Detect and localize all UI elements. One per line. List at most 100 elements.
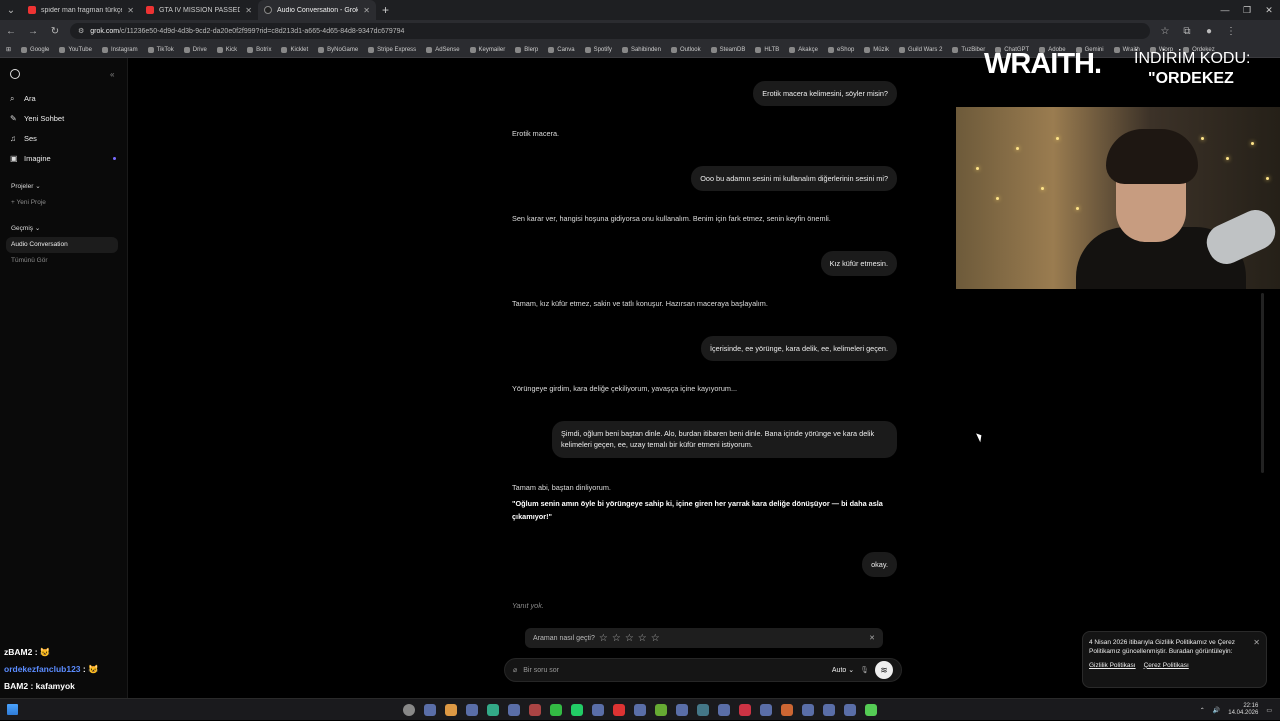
bookmark-item[interactable]: Instagram [101, 46, 138, 53]
bookmark-item[interactable]: Google [21, 46, 49, 53]
star-icon[interactable]: ☆ [638, 633, 647, 644]
app-icon[interactable] [487, 703, 499, 716]
bookmark-item[interactable]: Akakçe [789, 46, 818, 53]
url-path: /c/11236e50-4d9d-4d3b-9cd2-da20e0f2f999?… [119, 27, 405, 35]
sidebar-item-new-chat[interactable]: ✎ Yeni Sohbet [10, 114, 64, 123]
collapse-sidebar-icon[interactable]: « [110, 70, 114, 79]
app-icon[interactable] [424, 703, 436, 716]
attach-icon[interactable]: ⌀ [513, 666, 517, 674]
bookmark-item[interactable]: Müzik [864, 46, 889, 53]
back-icon[interactable]: ← [4, 26, 18, 37]
reload-icon[interactable]: ↻ [48, 26, 62, 37]
bookmark-item[interactable]: Keymailer [469, 46, 505, 53]
sidebar-item-imagine[interactable]: ▣ Imagine [10, 154, 51, 163]
bookmark-item[interactable]: Stripe Express [368, 46, 416, 53]
forward-icon[interactable]: → [26, 26, 40, 37]
app-icon[interactable] [655, 703, 667, 716]
app-icon[interactable] [634, 703, 646, 716]
app-icon[interactable] [844, 703, 856, 716]
mic-icon[interactable]: 🎙 [860, 666, 869, 674]
app-icon[interactable] [613, 703, 625, 716]
star-icon[interactable]: ☆ [651, 633, 660, 644]
grok-logo-icon[interactable] [10, 69, 20, 79]
close-icon[interactable]: ✕ [1253, 637, 1260, 649]
app-icon[interactable] [697, 703, 709, 716]
bookmark-item[interactable]: TikTok [147, 46, 174, 53]
privacy-policy-link[interactable]: Gizlilik Politikası [1089, 661, 1136, 670]
bookmark-star-icon[interactable]: ☆ [1158, 26, 1172, 37]
browser-tab[interactable]: GTA IV MISSION PASSED THEM ✕ [140, 0, 258, 20]
close-icon[interactable]: ✕ [363, 6, 370, 15]
bookmark-item[interactable]: Outlook [670, 46, 701, 53]
app-icon[interactable] [508, 703, 520, 716]
url-field[interactable]: ⚙ grok.com/c/11236e50-4d9d-4d3b-9cd2-da2… [70, 23, 1150, 39]
app-icon[interactable] [718, 703, 730, 716]
browser-tab-active[interactable]: Audio Conversation - Grok ✕ [258, 0, 376, 20]
sidebar-item-voice[interactable]: ♫ Ses [10, 134, 37, 143]
chrome-icon[interactable] [445, 703, 457, 716]
windows-start-icon[interactable] [7, 704, 18, 715]
sidebar-item-search[interactable]: ⌕ Ara [10, 94, 36, 103]
extensions-icon[interactable]: ⧉ [1180, 26, 1194, 37]
bookmark-item[interactable]: Kick [216, 46, 237, 53]
star-icon[interactable]: ☆ [599, 633, 608, 644]
bookmark-item[interactable]: Guild Wars 2 [898, 46, 942, 53]
app-icon[interactable] [466, 703, 478, 716]
minimize-button[interactable]: — [1214, 0, 1236, 20]
see-all-link[interactable]: Tümünü Gör [11, 257, 48, 264]
bookmark-item[interactable]: Blerp [515, 46, 538, 53]
whatsapp-icon[interactable] [571, 703, 583, 716]
bookmark-item[interactable]: Spotify [584, 46, 612, 53]
bookmark-item[interactable]: Kicklet [281, 46, 308, 53]
scrollbar[interactable] [1261, 293, 1264, 473]
bookmark-item[interactable]: TuzBiber [952, 46, 985, 53]
message-input[interactable]: Bir soru sor [523, 667, 826, 674]
bookmark-item[interactable]: SteamDB [710, 46, 745, 53]
browser-tab[interactable]: spider man fragman türkçe - Yo ✕ [22, 0, 140, 20]
menu-icon[interactable]: ⋮ [1224, 26, 1238, 37]
volume-icon[interactable]: 🔊 [1213, 707, 1220, 714]
app-icon[interactable] [865, 703, 877, 716]
close-icon[interactable]: ✕ [245, 6, 252, 15]
app-icon[interactable] [592, 703, 604, 716]
bookmark-item[interactable]: Drive [183, 46, 207, 53]
close-window-button[interactable]: ✕ [1258, 0, 1280, 20]
projects-heading[interactable]: Projeler ⌄ [11, 182, 41, 190]
maximize-button[interactable]: ❐ [1236, 0, 1258, 20]
bookmark-item[interactable]: YouTube [59, 46, 92, 53]
sidebar-conversation-item[interactable]: Audio Conversation [6, 237, 118, 253]
app-icon[interactable] [550, 703, 562, 716]
bookmark-item[interactable]: AdSense [426, 46, 460, 53]
notifications-icon[interactable]: ▭ [1266, 707, 1272, 714]
model-mode-select[interactable]: Auto ⌄ [832, 666, 854, 674]
site-info-icon[interactable]: ⚙ [78, 27, 84, 35]
close-icon[interactable]: ✕ [869, 634, 875, 642]
tab-search-icon[interactable]: ⌄ [0, 0, 22, 20]
bookmark-item[interactable]: eShop [827, 46, 854, 53]
app-icon[interactable] [529, 703, 541, 716]
new-project-button[interactable]: + Yeni Proje [11, 199, 46, 206]
new-tab-button[interactable]: + [376, 3, 395, 17]
bookmark-item[interactable]: ByNoGame [318, 46, 358, 53]
tray-arrow-icon[interactable]: ⌃ [1200, 707, 1205, 714]
bookmark-item[interactable]: Sahibinden [621, 46, 661, 53]
clock[interactable]: 22:16 14.04.2026 [1228, 703, 1258, 717]
bookmark-item[interactable]: Botrix [247, 46, 271, 53]
star-icon[interactable]: ☆ [625, 633, 634, 644]
app-icon[interactable] [802, 703, 814, 716]
app-icon[interactable] [760, 703, 772, 716]
app-icon[interactable] [676, 703, 688, 716]
voice-mode-button[interactable]: ≋ [875, 661, 893, 679]
profile-avatar[interactable]: ● [1202, 26, 1216, 37]
bookmark-item[interactable]: Canva [548, 46, 575, 53]
app-icon[interactable] [739, 703, 751, 716]
bookmark-item[interactable]: HLTB [755, 46, 779, 53]
app-icon[interactable] [781, 703, 793, 716]
star-icon[interactable]: ☆ [612, 633, 621, 644]
close-icon[interactable]: ✕ [127, 6, 134, 15]
search-icon[interactable] [403, 703, 415, 716]
app-icon[interactable] [823, 703, 835, 716]
cookie-policy-link[interactable]: Çerez Politikası [1144, 661, 1189, 670]
apps-grid-icon[interactable]: ⊞ [6, 46, 11, 53]
history-heading[interactable]: Geçmiş ⌄ [11, 224, 40, 232]
